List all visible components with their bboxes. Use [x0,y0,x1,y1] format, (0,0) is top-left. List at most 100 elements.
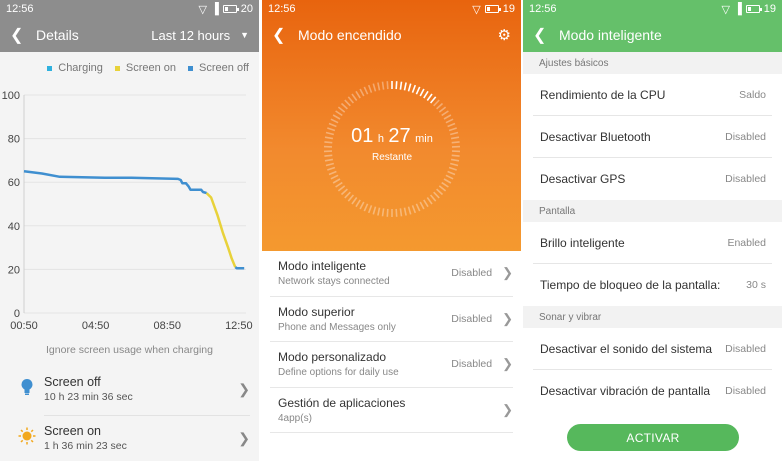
mode-item-superior[interactable]: Modo superior Phone and Messages only Di… [270,297,513,342]
legend-screen-on: Screen on [114,62,176,74]
setting-cpu-performance[interactable]: Rendimiento de la CPU Saldo [533,74,772,116]
dial-tick [351,197,358,205]
chevron-right-icon: ❯ [502,401,513,417]
battery-level: 20 [240,3,253,15]
dial-tick [423,199,429,208]
dial-tick [448,166,457,171]
dial-tick [381,81,385,90]
mode-title: Modo personalizado [278,350,387,365]
dial-tick [344,99,351,107]
dial-tick [395,81,398,90]
app-management-item[interactable]: Gestión de aplicaciones 4app(s) ❯ [270,388,513,433]
legend-screen-off: Screen off [188,62,249,74]
dropdown-triangle-icon: ▼ [240,30,249,40]
screen-on-duration: 1 h 36 min 23 sec [44,440,127,452]
smart-mode-screen: 12:56 ▽ ▐ 19 ❮ Modo inteligente Ajustes … [523,0,782,461]
screen-on-row[interactable]: Screen on 1 h 36 min 23 sec ❯ [10,416,250,460]
ignore-charging-option[interactable]: Ignore screen usage when charging [0,344,259,356]
time-range-dropdown[interactable]: Last 12 hours ▼ [151,28,249,43]
setting-value: Disabled [725,342,766,355]
page-title: Modo inteligente [559,27,662,43]
battery-level: 19 [502,3,515,15]
mode-item-personalizado[interactable]: Modo personalizado Define options for da… [270,342,513,388]
mode-subtitle: Network stays connected [278,276,390,288]
setting-value: 30 s [746,279,766,291]
dial-tick [386,81,389,90]
status-time: 12:56 [268,3,296,15]
battery-icon [745,5,762,13]
activate-button[interactable]: ACTIVAR [567,424,739,451]
setting-value: Enabled [727,236,766,249]
remaining-time-readout: 01 h 27 min Restante [321,125,463,163]
power-dial-area: 12:56 ▽ 19 ❮ Modo encendido ⚙ 01 h 27 mi… [262,0,521,251]
status-bar: 12:56 ▽ 19 [262,0,521,18]
dial-tick [433,99,440,107]
dial-tick [355,90,361,99]
dial-tick [337,106,346,113]
dial-tick [443,114,452,120]
screen-off-duration: 10 h 23 min 36 sec [44,391,133,403]
wifi-icon: ▽ [198,3,207,16]
dial-tick [347,194,355,202]
time-range-label: Last 12 hours [151,27,231,43]
setting-disable-bluetooth[interactable]: Desactivar Bluetooth Disabled [533,116,772,158]
setting-smart-brightness[interactable]: Brillo inteligente Enabled [533,222,772,264]
dial-tick [335,181,343,188]
setting-disable-gps[interactable]: Desactivar GPS Disabled [533,158,772,200]
smart-mode-header: ❮ Modo inteligente [523,18,782,52]
dial-tick [359,88,365,97]
dial-tick [423,90,429,99]
back-arrow-icon[interactable]: ❮ [10,25,32,45]
dial-tick [328,170,337,176]
dial-tick [419,88,425,97]
back-arrow-icon[interactable]: ❮ [533,25,555,45]
chevron-right-icon: ❯ [502,310,513,326]
status-time: 12:56 [529,3,557,15]
chevron-right-icon: ❯ [502,356,513,372]
dial-tick [377,207,381,216]
dial-tick [351,93,358,101]
dial-tick [447,170,456,176]
mode-subtitle: Phone and Messages only [278,321,396,333]
dial-tick [327,166,336,171]
mode-subtitle: Define options for daily use [278,367,399,379]
chevron-right-icon: ❯ [238,429,250,446]
dial-tick [407,206,412,215]
setting-disable-screen-vibration[interactable]: Desactivar vibración de pantalla Disable… [533,370,772,412]
setting-value: Saldo [739,88,766,101]
series-line-screen-off [234,266,245,270]
dial-tick [415,203,421,212]
setting-label: Brillo inteligente [540,235,625,250]
battery-icon [222,5,239,13]
setting-disable-system-sound[interactable]: Desactivar el sonido del sistema Disable… [533,328,772,370]
battery-details-screen: 12:56 ▽ ▐ 20 ❮ Details Last 12 hours ▼ C… [0,0,259,461]
dial-tick [441,110,449,117]
dial-tick [344,191,351,199]
back-arrow-icon[interactable]: ❮ [272,25,294,45]
y-tick-label: 100 [2,90,20,102]
dial-tick [436,188,444,196]
remaining-label: Restante [371,152,413,163]
dial-tick [450,162,459,167]
gear-icon[interactable]: ⚙ [498,26,511,44]
mode-title: Modo superior [278,304,355,319]
dial-tick [411,205,417,214]
dial-tick [407,83,412,92]
screen-off-row[interactable]: Screen off 10 h 23 min 36 sec ❯ [10,367,250,411]
dial-tick [335,110,343,117]
y-tick-label: 40 [8,221,20,233]
power-mode-screen: 12:56 ▽ 19 ❮ Modo encendido ⚙ 01 h 27 mi… [262,0,521,461]
x-tick-label: 00:50 [10,320,38,332]
dial-tick [411,84,417,93]
status-time: 12:56 [6,3,34,15]
dial-tick [436,102,444,110]
x-tick-label: 08:50 [153,320,181,332]
setting-screen-timeout[interactable]: Tiempo de bloqueo de la pantalla: 30 s [533,264,772,306]
dial-tick [386,208,389,217]
minutes-unit: min [415,133,433,145]
mode-item-inteligente[interactable]: Modo inteligente Network stays connected… [270,251,513,297]
dial-tick [419,201,425,210]
remaining-minutes: 27 [388,125,411,147]
dial-tick [367,205,373,214]
dial-tick [332,114,341,120]
